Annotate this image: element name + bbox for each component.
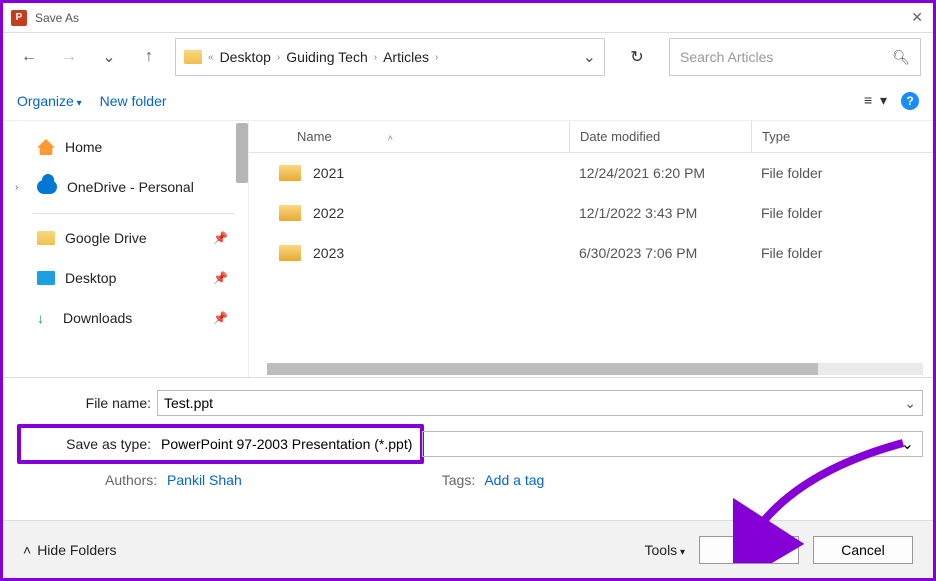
organize-button[interactable]: Organize — [17, 93, 82, 109]
breadcrumb-item[interactable]: Guiding Tech — [286, 49, 367, 65]
sidebar-item-label: Downloads — [63, 310, 132, 326]
recent-chevron-icon[interactable]: ⌄ — [95, 43, 123, 71]
row-name: 2022 — [313, 205, 344, 221]
sidebar: Home › OneDrive - Personal Google Drive … — [3, 121, 249, 377]
titlebar: P Save As ✕ — [3, 3, 933, 33]
forward-arrow-icon[interactable]: → — [55, 43, 83, 71]
column-date[interactable]: Date modified — [569, 121, 751, 152]
tags-value[interactable]: Add a tag — [484, 472, 544, 488]
sidebar-item-downloads[interactable]: ↓ Downloads 📌 — [3, 298, 248, 338]
row-type: File folder — [751, 245, 822, 261]
sidebar-item-label: OneDrive - Personal — [67, 179, 194, 195]
metadata-row: Authors: Pankil Shah Tags: Add a tag — [17, 472, 923, 488]
pin-icon: 📌 — [213, 271, 228, 285]
breadcrumb-item[interactable]: Desktop — [220, 49, 271, 65]
powerpoint-icon: P — [11, 10, 27, 26]
tools-button[interactable]: Tools — [645, 542, 686, 558]
save-button[interactable]: Save — [699, 536, 799, 564]
refresh-icon[interactable]: ↻ — [617, 38, 657, 76]
sidebar-item-label: Home — [65, 139, 102, 155]
sidebar-item-onedrive[interactable]: › OneDrive - Personal — [3, 167, 248, 207]
row-date: 12/1/2022 3:43 PM — [569, 205, 751, 221]
table-row[interactable]: 2023 6/30/2023 7:06 PM File folder — [249, 233, 933, 273]
column-type[interactable]: Type — [751, 121, 790, 152]
back-arrow-icon[interactable]: ← — [15, 43, 43, 71]
body: Home › OneDrive - Personal Google Drive … — [3, 121, 933, 377]
authors-value[interactable]: Pankil Shah — [167, 472, 242, 488]
table-row[interactable]: 2022 12/1/2022 3:43 PM File folder — [249, 193, 933, 233]
save-as-type-dropdown[interactable]: PowerPoint 97-2003 Presentation (*.ppt) — [157, 432, 416, 456]
sort-icon: ˄ — [388, 133, 393, 143]
breadcrumb-prefix: « — [208, 52, 214, 63]
save-as-type-dropdown-ext[interactable]: ⌄ — [422, 431, 923, 457]
sidebar-item-label: Google Drive — [65, 230, 147, 246]
cancel-button[interactable]: Cancel — [813, 536, 913, 564]
divider — [33, 213, 234, 214]
save-as-type-row-wrapper: Save as type: PowerPoint 97-2003 Present… — [17, 422, 923, 466]
folder-icon — [279, 165, 301, 181]
authors-label: Authors: — [105, 472, 157, 488]
row-name: 2023 — [313, 245, 344, 261]
column-headers: Name˄ Date modified Type — [249, 121, 933, 153]
chevron-right-icon: › — [435, 52, 438, 63]
breadcrumb[interactable]: « Desktop › Guiding Tech › Articles › ⌄ — [175, 38, 605, 76]
save-as-type-label: Save as type: — [25, 436, 157, 452]
row-date: 6/30/2023 7:06 PM — [569, 245, 751, 261]
toolbar: Organize New folder ≡ ▾ ? — [3, 81, 933, 121]
up-arrow-icon[interactable]: ↑ — [135, 43, 163, 71]
desktop-icon — [37, 271, 55, 285]
view-options-icon[interactable]: ≡ ▾ — [864, 92, 887, 109]
folder-icon — [279, 245, 301, 261]
address-dropdown-icon[interactable]: ⌄ — [583, 47, 596, 67]
hide-folders-button[interactable]: ˄ Hide Folders — [23, 542, 117, 558]
sidebar-item-home[interactable]: Home — [3, 127, 248, 167]
close-icon[interactable]: ✕ — [911, 9, 923, 26]
file-list: Name˄ Date modified Type 2021 12/24/2021… — [249, 121, 933, 377]
window-title: Save As — [35, 11, 79, 25]
save-as-type-highlight: Save as type: PowerPoint 97-2003 Present… — [17, 424, 424, 464]
footer: ˄ Hide Folders Tools Save Cancel — [3, 520, 933, 578]
pin-icon: 📌 — [213, 311, 228, 325]
new-folder-button[interactable]: New folder — [100, 93, 167, 109]
folder-icon — [37, 231, 55, 245]
search-icon: 🔍︎ — [892, 49, 910, 66]
folder-icon — [279, 205, 301, 221]
horizontal-scrollbar[interactable] — [267, 363, 923, 375]
sidebar-item-desktop[interactable]: Desktop 📌 — [3, 258, 248, 298]
tags-label: Tags: — [442, 472, 475, 488]
row-type: File folder — [751, 205, 822, 221]
home-icon — [37, 139, 55, 155]
sidebar-item-label: Desktop — [65, 270, 116, 286]
row-name: 2021 — [313, 165, 344, 181]
table-row[interactable]: 2021 12/24/2021 6:20 PM File folder — [249, 153, 933, 193]
file-name-input[interactable]: Test.ppt — [157, 390, 923, 416]
chevron-right-icon[interactable]: › — [15, 182, 18, 193]
chevron-right-icon: › — [277, 52, 280, 63]
cloud-icon — [37, 180, 57, 194]
row-date: 12/24/2021 6:20 PM — [569, 165, 751, 181]
folder-icon — [184, 50, 202, 64]
breadcrumb-item[interactable]: Articles — [383, 49, 429, 65]
search-input[interactable]: Search Articles 🔍︎ — [669, 38, 921, 76]
file-name-label: File name: — [17, 395, 157, 411]
row-type: File folder — [751, 165, 822, 181]
download-icon: ↓ — [37, 310, 53, 326]
chevron-right-icon: › — [374, 52, 377, 63]
form-area: File name: Test.ppt Save as type: PowerP… — [3, 377, 933, 496]
search-placeholder: Search Articles — [680, 49, 773, 65]
sidebar-item-google-drive[interactable]: Google Drive 📌 — [3, 218, 248, 258]
pin-icon: 📌 — [213, 231, 228, 245]
help-icon[interactable]: ? — [901, 92, 919, 110]
file-name-row: File name: Test.ppt — [17, 390, 923, 416]
nav-row: ← → ⌄ ↑ « Desktop › Guiding Tech › Artic… — [3, 33, 933, 81]
chevron-up-icon: ˄ — [23, 542, 31, 558]
column-name[interactable]: Name˄ — [249, 129, 569, 144]
